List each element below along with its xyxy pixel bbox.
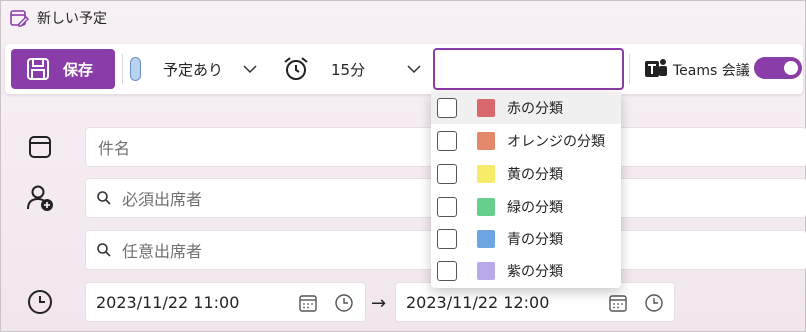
category-label: 青の分類 [507, 232, 563, 248]
save-button-label: 保存 [63, 60, 94, 79]
time-picker-icon[interactable] [644, 293, 664, 313]
save-icon [27, 58, 49, 80]
search-icon [97, 191, 111, 205]
save-button[interactable]: 保存 [11, 49, 115, 89]
teams-meeting-label: Teams 会議 [673, 63, 750, 79]
subject-placeholder: 件名 [98, 139, 131, 158]
arrow-right-icon: → [371, 293, 387, 314]
category-label: オレンジの分類 [507, 134, 605, 150]
chevron-down-icon[interactable] [406, 61, 422, 77]
required-attendees-placeholder: 必須出席者 [122, 190, 203, 209]
category-checkbox[interactable] [437, 229, 457, 249]
add-person-icon [27, 185, 53, 211]
category-option[interactable]: 黄の分類 [431, 158, 621, 190]
calendar-icon [29, 136, 51, 158]
category-color-swatch [477, 230, 495, 248]
end-datetime-field[interactable]: 2023/11/22 12:00 [395, 282, 675, 322]
optional-attendees-placeholder: 任意出席者 [122, 242, 203, 261]
category-color-swatch [477, 165, 495, 183]
category-checkbox[interactable] [437, 164, 457, 184]
category-dropdown: 赤の分類 オレンジの分類 黄の分類 緑の分類 青の分類 紫の分類 [431, 92, 621, 288]
calendar-edit-icon [10, 10, 29, 27]
window-title: 新しい予定 [37, 11, 107, 27]
start-datetime-field[interactable]: 2023/11/22 11:00 [85, 282, 366, 322]
category-color-swatch [477, 132, 495, 150]
alarm-clock-icon [284, 57, 308, 80]
search-icon [97, 243, 111, 257]
start-datetime-value: 2023/11/22 11:00 [96, 293, 240, 312]
category-checkbox[interactable] [437, 98, 457, 118]
toggle-knob [784, 61, 798, 75]
teams-meeting-toggle[interactable] [754, 57, 802, 79]
category-option[interactable]: 紫の分類 [431, 255, 621, 287]
category-label: 黄の分類 [507, 167, 563, 183]
category-option[interactable]: 青の分類 [431, 223, 621, 255]
category-input[interactable] [433, 48, 624, 90]
busy-status-dropdown[interactable]: 予定あり [163, 59, 223, 80]
separator [629, 54, 630, 84]
category-label: 緑の分類 [507, 200, 563, 216]
end-datetime-value: 2023/11/22 12:00 [406, 293, 550, 312]
reminder-dropdown[interactable]: 15分 [331, 59, 365, 80]
category-checkbox[interactable] [437, 197, 457, 217]
category-label: 紫の分類 [507, 264, 563, 280]
category-option[interactable]: オレンジの分類 [431, 125, 621, 157]
event-window: 新しい予定 保存 予定あり 15分 Teams 会議 件名 必須出席者 任意出席… [0, 0, 806, 332]
category-color-swatch [477, 198, 495, 216]
busy-status-indicator [130, 57, 141, 81]
separator [122, 54, 123, 84]
toolbar: 保存 予定あり 15分 Teams 会議 [5, 44, 803, 94]
chevron-down-icon[interactable] [242, 61, 258, 77]
calendar-picker-icon[interactable] [298, 293, 318, 313]
category-option[interactable]: 赤の分類 [431, 92, 621, 124]
category-checkbox[interactable] [437, 261, 457, 281]
calendar-picker-icon[interactable] [608, 293, 628, 313]
category-label: 赤の分類 [507, 101, 563, 117]
category-option[interactable]: 緑の分類 [431, 191, 621, 223]
teams-icon [645, 59, 667, 77]
clock-icon [28, 290, 52, 314]
category-checkbox[interactable] [437, 131, 457, 151]
time-picker-icon[interactable] [334, 293, 354, 313]
title-bar: 新しい予定 [9, 7, 107, 29]
category-color-swatch [477, 262, 495, 280]
category-color-swatch [477, 99, 495, 117]
